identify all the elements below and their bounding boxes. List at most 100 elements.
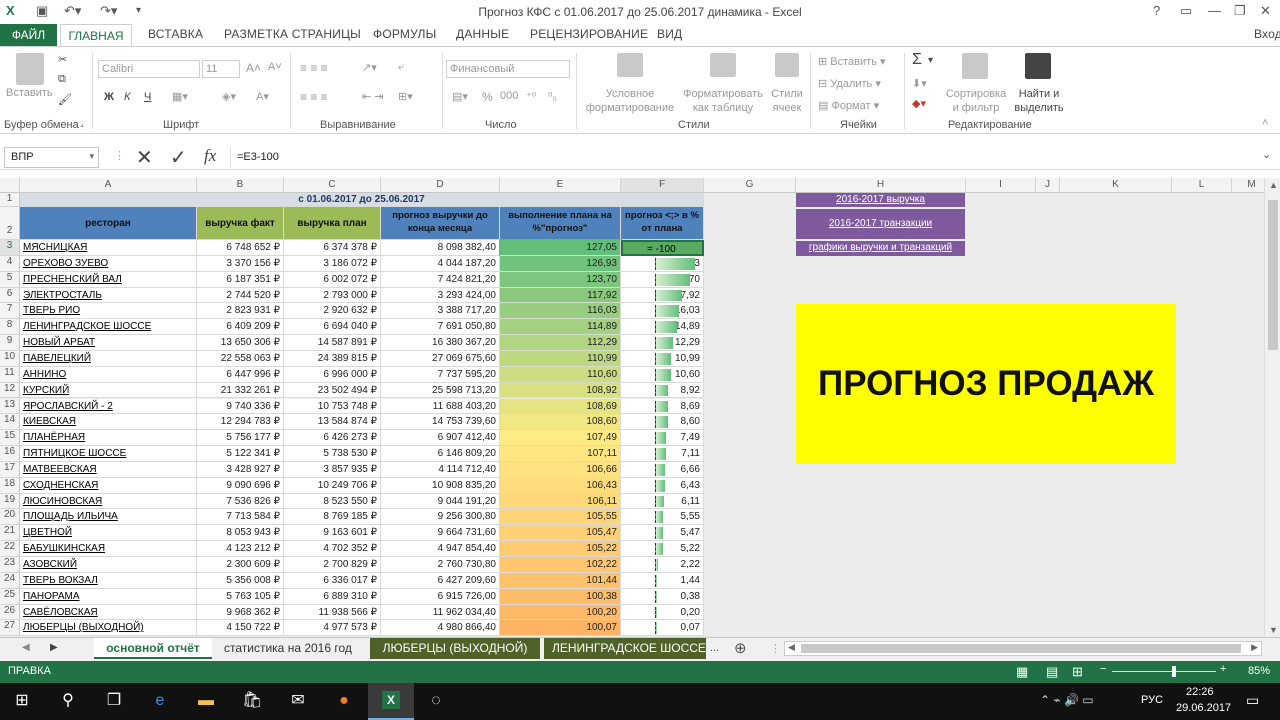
clock-time[interactable]: 22:26 <box>1186 686 1214 698</box>
number-format-select[interactable]: Финансовый <box>446 60 570 78</box>
cell-revenue-fact[interactable]: 12 294 783 ₽ <box>197 414 284 431</box>
cell-plan-percent[interactable]: 105,22 <box>500 541 621 557</box>
cut-icon[interactable]: ✂ <box>58 53 67 66</box>
cell-revenue-fact[interactable]: 2 823 931 ₽ <box>197 303 284 320</box>
cell-revenue-fact[interactable]: 5 763 105 ₽ <box>197 588 284 605</box>
row-header[interactable]: 4 <box>0 255 20 272</box>
cell-plan-percent[interactable]: 114,89 <box>500 319 621 336</box>
conditional-format-icon[interactable] <box>617 53 643 77</box>
row-header[interactable]: 14 <box>0 414 20 431</box>
tab-split-handle-icon[interactable]: ⋮ <box>770 642 781 655</box>
cell-revenue-fact[interactable]: 4 123 212 ₽ <box>197 541 284 557</box>
add-sheet-icon[interactable]: ⊕ <box>734 639 747 657</box>
row-header[interactable]: 2 <box>0 207 20 240</box>
cell-forecast-diff[interactable]: 1,44 <box>621 572 704 589</box>
cell-forecast[interactable]: 6 915 726,00 <box>381 588 500 605</box>
link-transactions-2016-2017[interactable]: 2016-2017 транзакции <box>796 209 965 239</box>
cell-revenue-plan[interactable]: 24 389 815 ₽ <box>284 350 381 367</box>
row-header[interactable]: 19 <box>0 493 20 510</box>
find-select-icon[interactable] <box>1025 53 1051 79</box>
cell-revenue-plan[interactable]: 3 186 072 ₽ <box>284 255 381 272</box>
cell-revenue-fact[interactable]: 6 748 652 ₽ <box>197 240 284 256</box>
sheet-tab-leningradskoe[interactable]: ЛЕНИНГРАДСКОЕ ШОССЕ <box>544 638 706 659</box>
cell-plan-percent[interactable]: 107,11 <box>500 446 621 462</box>
align-top-icon[interactable]: ≡ ≡ ≡ <box>300 61 328 75</box>
cell-revenue-plan[interactable]: 6 694 040 ₽ <box>284 319 381 336</box>
cell-revenue-plan[interactable]: 14 587 891 ₽ <box>284 335 381 351</box>
comma-style-icon[interactable]: 000 <box>500 90 518 102</box>
cell-restaurant[interactable]: ЛЮБЕРЦЫ (ВЫХОДНОЙ) <box>20 620 197 637</box>
ribbon-display-icon[interactable]: ▭ <box>1180 3 1192 19</box>
percent-icon[interactable]: % <box>482 90 493 104</box>
row-header[interactable]: 20 <box>0 509 20 526</box>
clear-icon[interactable]: ◆▾ <box>912 97 926 110</box>
edge-browser-icon[interactable]: e <box>150 691 170 711</box>
header-restaurant[interactable]: ресторан <box>20 207 197 240</box>
row-header[interactable]: 11 <box>0 366 20 383</box>
cell-forecast[interactable]: 16 380 367,20 <box>381 335 500 351</box>
cell-revenue-plan[interactable]: 8 769 185 ₽ <box>284 509 381 526</box>
cell-plan-percent[interactable]: 110,60 <box>500 366 621 383</box>
header-revenue-plan[interactable]: выручка план <box>284 207 381 240</box>
cell-revenue-fact[interactable]: 9 090 696 ₽ <box>197 477 284 494</box>
link-revenue-charts[interactable]: графики выручки и транзакций <box>796 241 965 256</box>
restore-icon[interactable]: ❐ <box>1234 3 1246 19</box>
cell-forecast[interactable]: 7 424 821,20 <box>381 271 500 288</box>
h-scroll-thumb[interactable] <box>801 644 1241 653</box>
format-as-table-icon[interactable] <box>710 53 736 77</box>
cell-forecast[interactable]: 7 737 595,20 <box>381 366 500 383</box>
format-cells-button[interactable]: ▤ Формат ▾ <box>818 99 879 112</box>
cell-revenue-fact[interactable]: 9 740 336 ₽ <box>197 398 284 415</box>
windows-start-icon[interactable]: ⊞ <box>12 691 32 711</box>
cell-forecast[interactable]: 11 688 403,20 <box>381 398 500 415</box>
cell-forecast[interactable]: 4 114 712,40 <box>381 461 500 478</box>
notifications-icon[interactable]: ▭ <box>1246 692 1259 709</box>
cell-revenue-plan[interactable]: 4 977 573 ₽ <box>284 620 381 637</box>
sales-forecast-banner[interactable]: ПРОГНОЗ ПРОДАЖ <box>796 304 1176 464</box>
cell-revenue-plan[interactable]: 6 996 000 ₽ <box>284 366 381 383</box>
format-painter-icon[interactable]: 🖌 <box>58 93 72 106</box>
zoom-out-icon[interactable]: − <box>1100 663 1106 675</box>
zoom-slider[interactable] <box>1112 671 1216 672</box>
cell-restaurant[interactable]: МЯСНИЦКАЯ <box>20 240 197 256</box>
cell-revenue-fact[interactable]: 9 968 362 ₽ <box>197 604 284 621</box>
cell-restaurant[interactable]: БАБУШКИНСКАЯ <box>20 541 197 557</box>
column-header[interactable]: C <box>284 178 381 193</box>
cell-plan-percent[interactable]: 126,93 <box>500 255 621 272</box>
cell-restaurant[interactable]: ЭЛЕКТРОСТАЛЬ <box>20 287 197 304</box>
cell-plan-percent[interactable]: 100,38 <box>500 588 621 605</box>
cell-plan-percent[interactable]: 110,99 <box>500 350 621 367</box>
borders-icon[interactable]: ▦▾ <box>172 90 188 103</box>
row-header[interactable]: 25 <box>0 588 20 605</box>
sheet-tab-stats-2016[interactable]: статистика на 2016 год <box>216 638 360 659</box>
increase-font-icon[interactable]: A˄ <box>246 61 261 75</box>
cell-restaurant[interactable]: ЯРОСЛАВСКИЙ - 2 <box>20 398 197 415</box>
zoom-slider-thumb[interactable] <box>1172 666 1176 677</box>
cell-restaurant[interactable]: АЗОВСКИЙ <box>20 557 197 573</box>
row-header[interactable]: 5 <box>0 271 20 288</box>
column-header[interactable]: B <box>197 178 284 193</box>
scroll-down-icon[interactable]: ▼ <box>1269 625 1278 635</box>
row-header[interactable]: 15 <box>0 430 20 447</box>
task-view-icon[interactable]: ❐ <box>104 691 124 711</box>
row-header[interactable]: 23 <box>0 557 20 573</box>
cell-restaurant[interactable]: ТВЕРЬ РИО <box>20 303 197 320</box>
insert-cells-button[interactable]: ⊞ Вставить ▾ <box>818 55 886 68</box>
font-name-select[interactable]: Calibri <box>98 60 200 78</box>
cell-restaurant[interactable]: КУРСКИЙ <box>20 382 197 399</box>
format-as-table-button[interactable]: Форматировать как таблицу <box>680 87 766 115</box>
cell-forecast[interactable]: 10 908 835,20 <box>381 477 500 494</box>
cell-forecast[interactable]: 4 980 866,40 <box>381 620 500 637</box>
cell-forecast[interactable]: 2 760 730,80 <box>381 557 500 573</box>
merge-icon[interactable]: ⊞▾ <box>398 90 413 103</box>
enter-icon[interactable]: ✓ <box>170 145 187 170</box>
font-size-select[interactable]: 11 <box>202 60 240 78</box>
close-icon[interactable]: ✕ <box>1260 3 1271 19</box>
cell-revenue-plan[interactable]: 10 249 706 ₽ <box>284 477 381 494</box>
cell-revenue-plan[interactable]: 8 523 550 ₽ <box>284 493 381 510</box>
font-color-icon[interactable]: A▾ <box>256 90 269 103</box>
cell-plan-percent[interactable]: 105,55 <box>500 509 621 526</box>
page-layout-view-icon[interactable]: ▤ <box>1046 664 1058 680</box>
fill-color-icon[interactable]: ◈▾ <box>222 90 236 103</box>
cell-revenue-fact[interactable]: 2 744 520 ₽ <box>197 287 284 304</box>
